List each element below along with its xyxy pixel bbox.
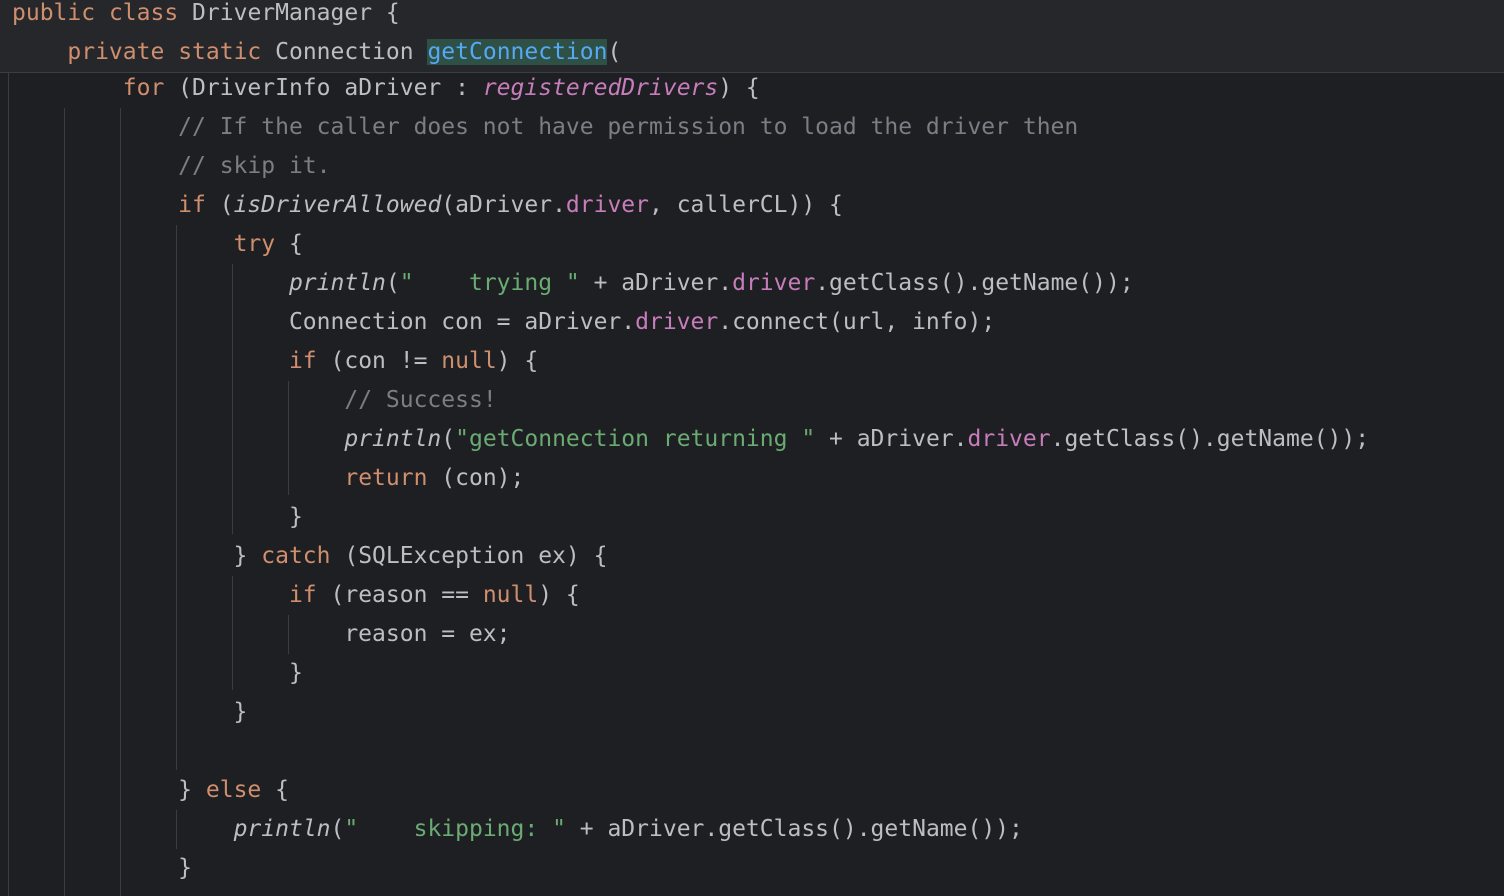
code-line[interactable]: // Success! [0, 381, 1504, 420]
code-line[interactable]: reason = ex; [0, 615, 1504, 654]
line-text: reason = ex; [12, 621, 511, 647]
line-text: return (con); [344, 465, 525, 491]
line-text: if (isDriverAllowed(aDriver.driver, call… [178, 192, 843, 218]
line-text: println(" skipping: " + aDriver.getClass… [233, 816, 1023, 842]
line-text: } else { [12, 777, 289, 803]
code-line[interactable]: if (isDriverAllowed(aDriver.driver, call… [0, 186, 1504, 225]
code-line[interactable]: for (DriverInfo aDriver : registeredDriv… [0, 69, 1504, 108]
code-line[interactable]: public class DriverManager { [0, 0, 1504, 34]
line-text: println(" trying " + aDriver.driver.getC… [288, 270, 1134, 296]
line-text: if (con != null) { [288, 348, 539, 374]
line-text: } [12, 699, 248, 725]
line-text: } [12, 660, 303, 686]
code-line[interactable]: } else { [0, 771, 1504, 810]
line-text: public class DriverManager { [12, 0, 400, 26]
line-text: // skip it. [178, 153, 331, 179]
code-line[interactable]: private static Connection getConnection( [0, 33, 1504, 73]
code-editor[interactable]: public class DriverManager { private sta… [0, 0, 1504, 896]
code-line[interactable]: if (reason == null) { [0, 576, 1504, 615]
code-line[interactable]: try { [0, 225, 1504, 264]
line-text: try { [233, 231, 303, 257]
line-text: } [12, 504, 303, 530]
code-line[interactable]: println("getConnection returning " + aDr… [0, 420, 1504, 459]
code-line[interactable]: if (con != null) { [0, 342, 1504, 381]
line-text: } [12, 855, 193, 881]
line-text: for (DriverInfo aDriver : registeredDriv… [122, 75, 760, 101]
line-text: Connection con = aDriver.driver.connect(… [12, 309, 996, 335]
line-text: println("getConnection returning " + aDr… [344, 426, 1370, 452]
code-line[interactable]: // skip it. [0, 147, 1504, 186]
line-text: // Success! [344, 387, 497, 413]
line-text: private static Connection getConnection( [67, 39, 622, 65]
code-line[interactable]: } catch (SQLException ex) { [0, 537, 1504, 576]
line-text: } catch (SQLException ex) { [12, 543, 608, 569]
line-text: if (reason == null) { [288, 582, 580, 608]
code-line[interactable]: return (con); [0, 459, 1504, 498]
code-line[interactable]: } [0, 498, 1504, 537]
line-text: // If the caller does not have permissio… [178, 114, 1079, 140]
code-line[interactable]: } [0, 654, 1504, 693]
code-line[interactable]: } [0, 693, 1504, 732]
code-line[interactable] [0, 732, 1504, 771]
code-line[interactable]: println(" trying " + aDriver.driver.getC… [0, 264, 1504, 303]
code-line[interactable]: } [0, 849, 1504, 888]
code-line[interactable]: Connection con = aDriver.driver.connect(… [0, 303, 1504, 342]
code-line[interactable]: // If the caller does not have permissio… [0, 108, 1504, 147]
code-line[interactable]: println(" skipping: " + aDriver.getClass… [0, 810, 1504, 849]
